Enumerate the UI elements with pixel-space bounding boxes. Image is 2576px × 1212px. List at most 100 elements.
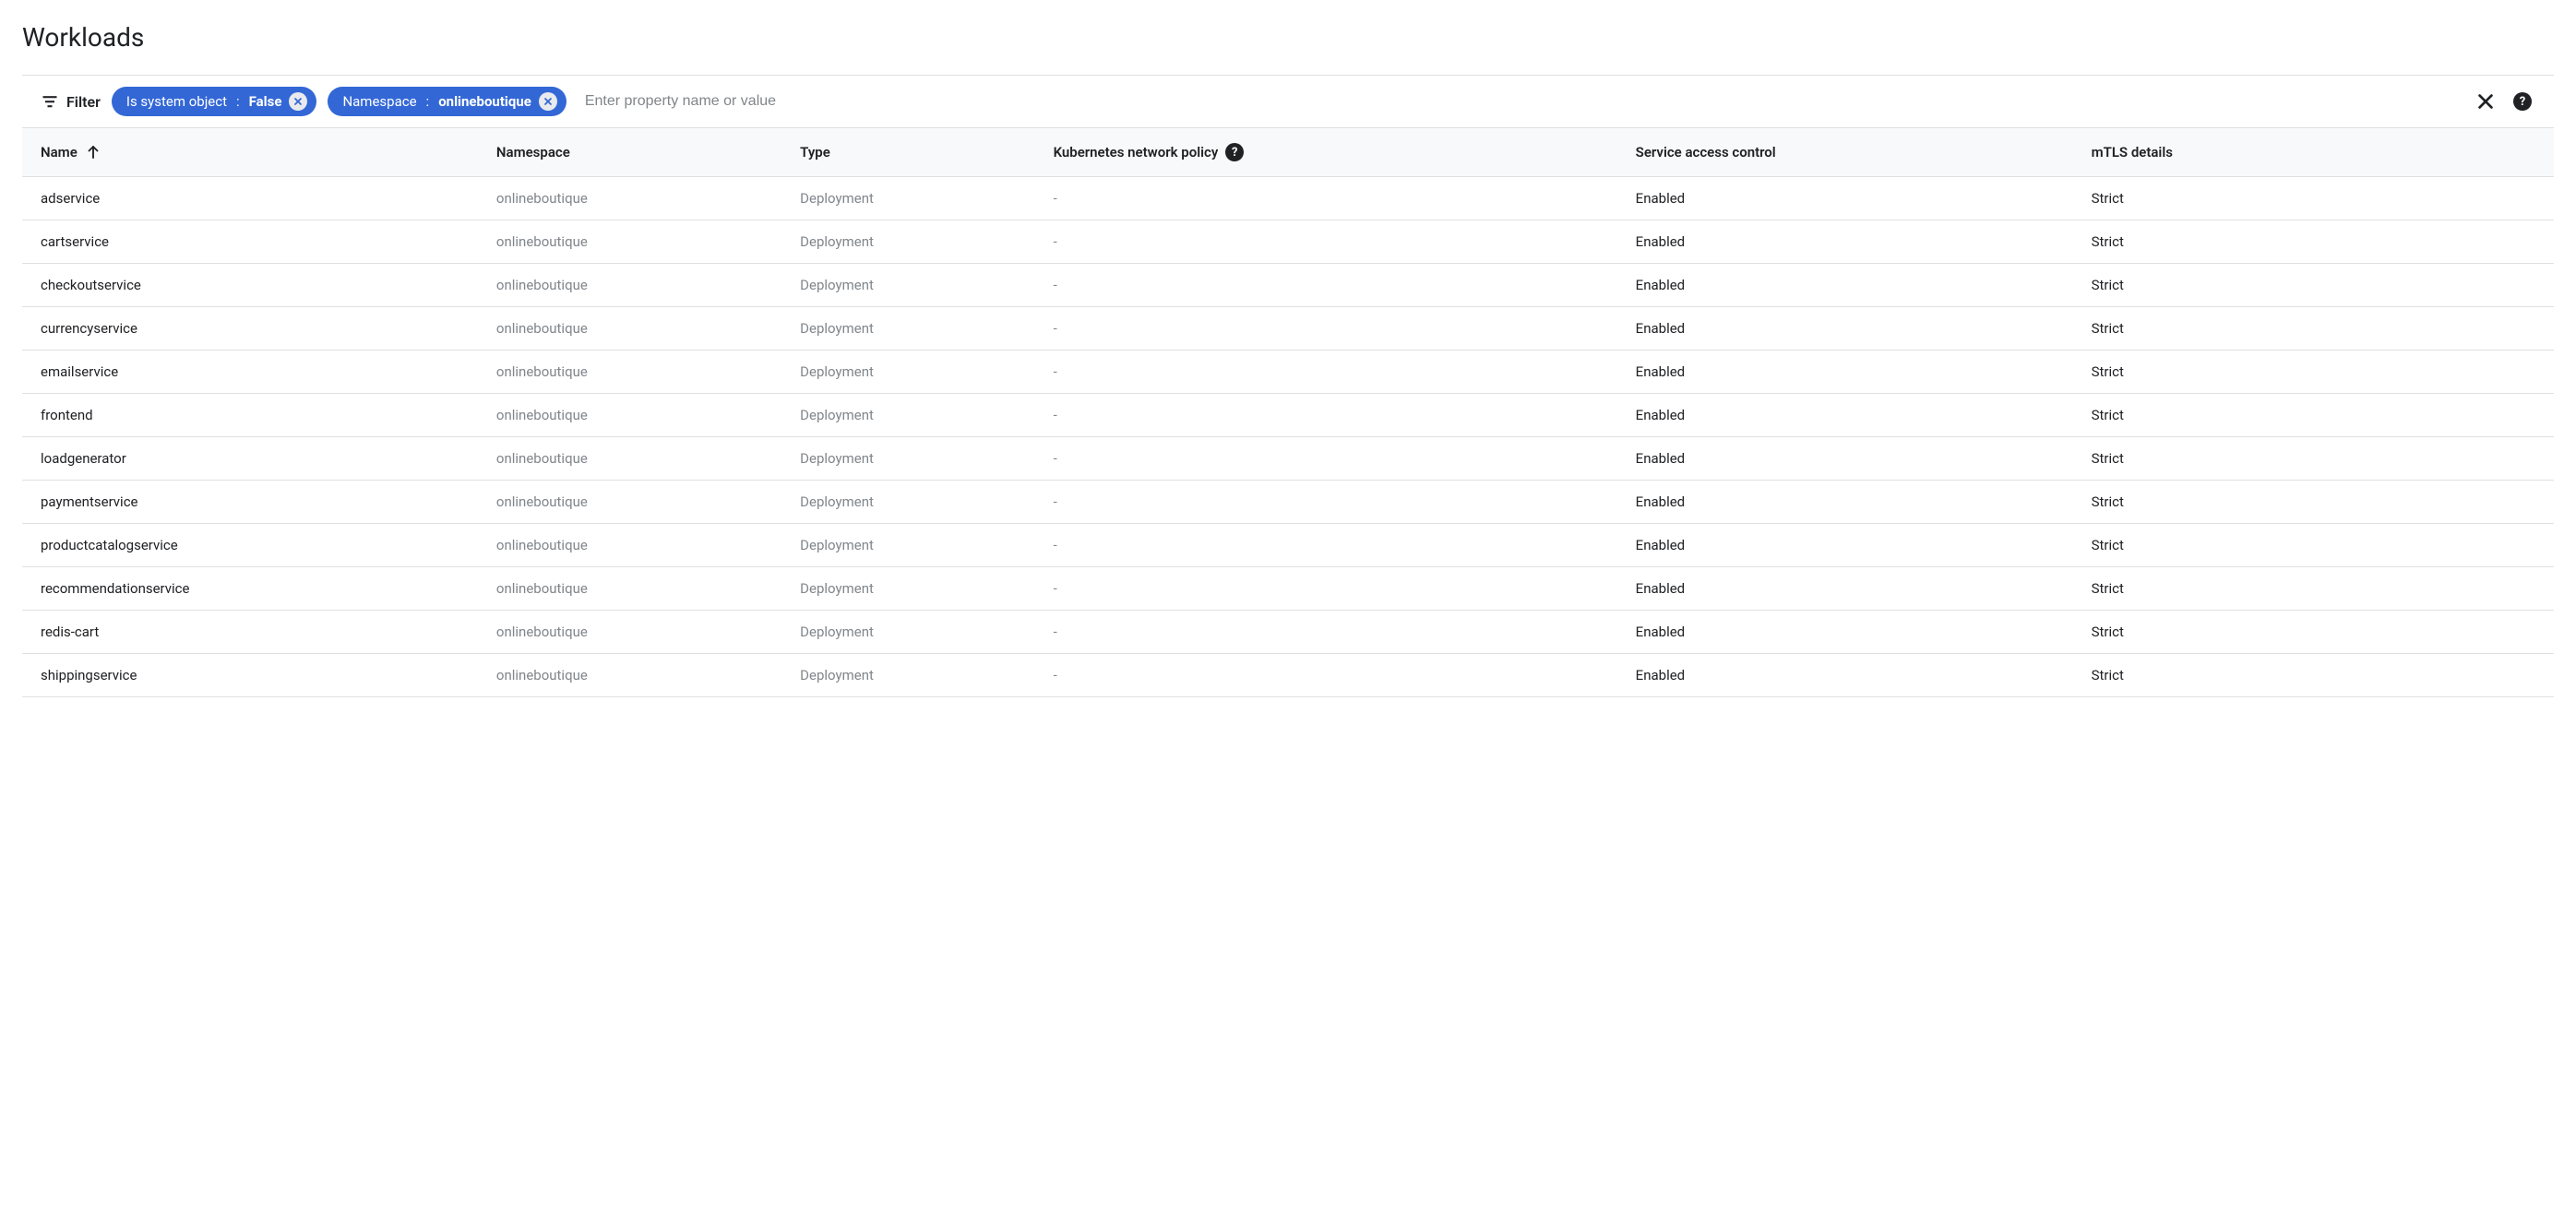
- table-row[interactable]: recommendationserviceonlineboutiqueDeplo…: [22, 567, 2554, 611]
- cell-knp: -: [1035, 220, 1617, 264]
- cell-type: Deployment: [781, 437, 1034, 481]
- filter-input[interactable]: [578, 88, 2462, 115]
- filter-icon: [41, 92, 59, 111]
- table-row[interactable]: shippingserviceonlineboutiqueDeployment-…: [22, 654, 2554, 697]
- column-header-sac-label: Service access control: [1636, 144, 1776, 160]
- cell-name[interactable]: recommendationservice: [22, 567, 478, 611]
- cell-mtls: Strict: [2073, 307, 2554, 351]
- cell-sac: Enabled: [1617, 177, 2073, 220]
- chip-key: Is system object: [126, 93, 227, 110]
- help-icon[interactable]: ?: [1225, 143, 1244, 161]
- column-header-name-label: Name: [41, 144, 78, 160]
- cell-type: Deployment: [781, 394, 1034, 437]
- cell-mtls: Strict: [2073, 524, 2554, 567]
- cell-knp: -: [1035, 264, 1617, 307]
- cell-name[interactable]: cartservice: [22, 220, 478, 264]
- column-header-knp[interactable]: Kubernetes network policy ?: [1035, 128, 1617, 177]
- cell-name[interactable]: emailservice: [22, 351, 478, 394]
- cell-knp: -: [1035, 307, 1617, 351]
- column-header-namespace-label: Namespace: [496, 144, 570, 160]
- filter-help-button[interactable]: ?: [2510, 89, 2535, 114]
- cell-mtls: Strict: [2073, 220, 2554, 264]
- table-row[interactable]: emailserviceonlineboutiqueDeployment-Ena…: [22, 351, 2554, 394]
- cell-name[interactable]: currencyservice: [22, 307, 478, 351]
- filter-label[interactable]: Filter: [41, 92, 101, 111]
- table-row[interactable]: paymentserviceonlineboutiqueDeployment-E…: [22, 481, 2554, 524]
- table-row[interactable]: productcatalogserviceonlineboutiqueDeplo…: [22, 524, 2554, 567]
- filter-chip[interactable]: Is system object: False: [112, 87, 317, 116]
- cell-name[interactable]: adservice: [22, 177, 478, 220]
- workloads-table: Name Namespace Type Kubernetes netwo: [22, 128, 2554, 697]
- column-header-knp-label: Kubernetes network policy: [1054, 144, 1219, 160]
- cell-knp: -: [1035, 437, 1617, 481]
- cell-namespace: onlineboutique: [478, 567, 781, 611]
- cell-namespace: onlineboutique: [478, 177, 781, 220]
- cell-sac: Enabled: [1617, 524, 2073, 567]
- table-header-row: Name Namespace Type Kubernetes netwo: [22, 128, 2554, 177]
- column-header-mtls[interactable]: mTLS details: [2073, 128, 2554, 177]
- cell-knp: -: [1035, 567, 1617, 611]
- cell-mtls: Strict: [2073, 481, 2554, 524]
- sort-asc-icon: [85, 144, 101, 160]
- help-icon: ?: [2513, 92, 2532, 111]
- chip-colon: :: [426, 93, 430, 110]
- chip-remove-button[interactable]: [539, 92, 557, 111]
- cell-sac: Enabled: [1617, 264, 2073, 307]
- table-row[interactable]: redis-cartonlineboutiqueDeployment-Enabl…: [22, 611, 2554, 654]
- cell-sac: Enabled: [1617, 394, 2073, 437]
- chip-value: False: [249, 93, 282, 110]
- table-row[interactable]: currencyserviceonlineboutiqueDeployment-…: [22, 307, 2554, 351]
- cell-type: Deployment: [781, 264, 1034, 307]
- cell-mtls: Strict: [2073, 654, 2554, 697]
- cell-knp: -: [1035, 611, 1617, 654]
- column-header-type[interactable]: Type: [781, 128, 1034, 177]
- filter-bar: Filter Is system object: False Namespace: o…: [22, 76, 2554, 128]
- cell-namespace: onlineboutique: [478, 307, 781, 351]
- column-header-namespace[interactable]: Namespace: [478, 128, 781, 177]
- chip-key: Namespace: [342, 93, 416, 110]
- cell-sac: Enabled: [1617, 351, 2073, 394]
- cell-knp: -: [1035, 351, 1617, 394]
- filter-chip[interactable]: Namespace: onlineboutique: [328, 87, 566, 116]
- table-row[interactable]: adserviceonlineboutiqueDeployment-Enable…: [22, 177, 2554, 220]
- clear-filters-button[interactable]: [2473, 89, 2498, 114]
- filter-label-text: Filter: [66, 93, 101, 111]
- cell-sac: Enabled: [1617, 611, 2073, 654]
- cell-mtls: Strict: [2073, 567, 2554, 611]
- chip-value: onlineboutique: [438, 93, 531, 110]
- page-title: Workloads: [22, 22, 2554, 53]
- cell-name[interactable]: checkoutservice: [22, 264, 478, 307]
- chip-colon: :: [236, 93, 240, 110]
- column-header-name[interactable]: Name: [22, 128, 478, 177]
- table-row[interactable]: loadgeneratoronlineboutiqueDeployment-En…: [22, 437, 2554, 481]
- cell-name[interactable]: frontend: [22, 394, 478, 437]
- table-row[interactable]: frontendonlineboutiqueDeployment-Enabled…: [22, 394, 2554, 437]
- cell-mtls: Strict: [2073, 351, 2554, 394]
- cell-sac: Enabled: [1617, 567, 2073, 611]
- cell-namespace: onlineboutique: [478, 611, 781, 654]
- column-header-sac[interactable]: Service access control: [1617, 128, 2073, 177]
- cell-namespace: onlineboutique: [478, 481, 781, 524]
- cell-name[interactable]: shippingservice: [22, 654, 478, 697]
- table-row[interactable]: checkoutserviceonlineboutiqueDeployment-…: [22, 264, 2554, 307]
- table-row[interactable]: cartserviceonlineboutiqueDeployment-Enab…: [22, 220, 2554, 264]
- cell-name[interactable]: loadgenerator: [22, 437, 478, 481]
- cell-name[interactable]: redis-cart: [22, 611, 478, 654]
- cell-type: Deployment: [781, 524, 1034, 567]
- cell-mtls: Strict: [2073, 394, 2554, 437]
- cell-type: Deployment: [781, 351, 1034, 394]
- cell-namespace: onlineboutique: [478, 351, 781, 394]
- cell-name[interactable]: productcatalogservice: [22, 524, 478, 567]
- cell-mtls: Strict: [2073, 264, 2554, 307]
- cell-mtls: Strict: [2073, 437, 2554, 481]
- cell-name[interactable]: paymentservice: [22, 481, 478, 524]
- cell-mtls: Strict: [2073, 177, 2554, 220]
- column-header-mtls-label: mTLS details: [2092, 144, 2173, 160]
- cell-knp: -: [1035, 177, 1617, 220]
- cell-type: Deployment: [781, 567, 1034, 611]
- cell-namespace: onlineboutique: [478, 220, 781, 264]
- chip-remove-button[interactable]: [289, 92, 307, 111]
- cell-sac: Enabled: [1617, 437, 2073, 481]
- cell-namespace: onlineboutique: [478, 437, 781, 481]
- close-icon: [543, 96, 554, 107]
